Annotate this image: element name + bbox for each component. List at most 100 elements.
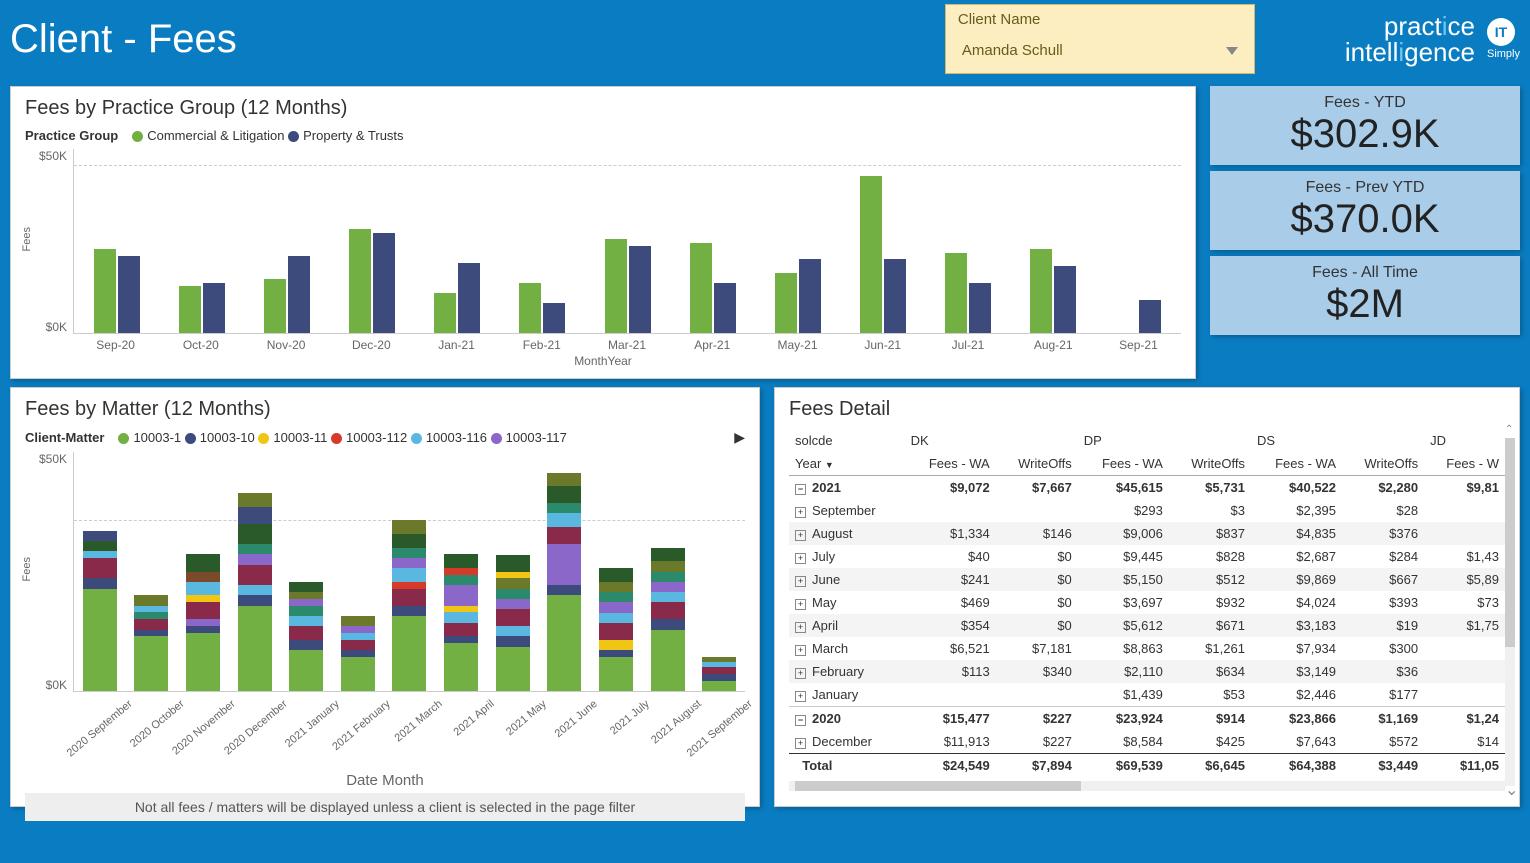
bar-segment[interactable] bbox=[651, 582, 685, 592]
bar-segment[interactable] bbox=[496, 609, 530, 626]
table-row[interactable]: +June$241$0$5,150$512$9,869$667$5,89 bbox=[789, 568, 1505, 591]
bar-segment[interactable] bbox=[547, 595, 581, 691]
bar-segment[interactable] bbox=[392, 534, 426, 548]
bar-segment[interactable] bbox=[599, 650, 633, 657]
bar-segment[interactable] bbox=[341, 626, 375, 633]
bar-segment[interactable] bbox=[341, 657, 375, 691]
bar-segment[interactable] bbox=[496, 636, 530, 646]
bar[interactable] bbox=[349, 229, 371, 333]
bar-segment[interactable] bbox=[238, 565, 272, 585]
bar-segment[interactable] bbox=[341, 616, 375, 626]
bar-segment[interactable] bbox=[547, 527, 581, 544]
bar-segment[interactable] bbox=[238, 554, 272, 564]
bar-segment[interactable] bbox=[289, 592, 323, 599]
legend-item[interactable]: Property & Trusts bbox=[288, 128, 403, 143]
stacked-bar-group[interactable] bbox=[280, 452, 332, 691]
bar-segment[interactable] bbox=[186, 602, 220, 619]
bar[interactable] bbox=[860, 176, 882, 333]
bar-segment[interactable] bbox=[83, 551, 117, 558]
bar-segment[interactable] bbox=[599, 602, 633, 612]
bar-segment[interactable] bbox=[392, 520, 426, 534]
bar-segment[interactable] bbox=[289, 616, 323, 626]
bar-segment[interactable] bbox=[651, 561, 685, 571]
bar-group[interactable] bbox=[415, 149, 500, 333]
bar-segment[interactable] bbox=[599, 592, 633, 602]
bar-group[interactable] bbox=[159, 149, 244, 333]
stacked-bar-group[interactable] bbox=[74, 452, 126, 691]
bar[interactable] bbox=[519, 283, 541, 333]
bar-segment[interactable] bbox=[547, 503, 581, 513]
bar-segment[interactable] bbox=[496, 572, 530, 579]
bar-segment[interactable] bbox=[186, 626, 220, 633]
stacked-bar-group[interactable] bbox=[487, 452, 539, 691]
stacked-bar-group[interactable] bbox=[177, 452, 229, 691]
table-row[interactable]: +August$1,334$146$9,006$837$4,835$376 bbox=[789, 522, 1505, 545]
stacked-bar-group[interactable] bbox=[538, 452, 590, 691]
legend-item[interactable]: 10003-11 bbox=[258, 430, 327, 445]
table-row[interactable]: +September$293$3$2,395$28 bbox=[789, 499, 1505, 522]
bar-segment[interactable] bbox=[444, 606, 478, 613]
bar-segment[interactable] bbox=[547, 585, 581, 595]
bar-group[interactable] bbox=[670, 149, 755, 333]
legend-next-icon[interactable]: ▶ bbox=[734, 429, 745, 446]
expand-icon[interactable]: + bbox=[795, 622, 806, 633]
bar-segment[interactable] bbox=[392, 568, 426, 582]
bar-segment[interactable] bbox=[392, 548, 426, 558]
bar-segment[interactable] bbox=[341, 650, 375, 657]
bar[interactable] bbox=[799, 259, 821, 333]
stacked-bar-group[interactable] bbox=[693, 452, 745, 691]
bar-segment[interactable] bbox=[392, 589, 426, 606]
table-row[interactable]: +July$40$0$9,445$828$2,687$284$1,43 bbox=[789, 545, 1505, 568]
bar-segment[interactable] bbox=[238, 595, 272, 605]
bar-segment[interactable] bbox=[186, 572, 220, 582]
bar-group[interactable] bbox=[926, 149, 1011, 333]
expand-icon[interactable]: + bbox=[795, 691, 806, 702]
bar-segment[interactable] bbox=[83, 558, 117, 578]
bar-segment[interactable] bbox=[444, 643, 478, 691]
bar-segment[interactable] bbox=[496, 555, 530, 572]
bar-segment[interactable] bbox=[186, 554, 220, 571]
bar-segment[interactable] bbox=[238, 606, 272, 691]
bar[interactable] bbox=[605, 239, 627, 333]
bar-segment[interactable] bbox=[392, 558, 426, 568]
bar-segment[interactable] bbox=[186, 633, 220, 691]
chart1-plot-area[interactable] bbox=[73, 149, 1181, 334]
table-row[interactable]: +January$1,439$53$2,446$177 bbox=[789, 683, 1505, 707]
legend-item[interactable]: 10003-112 bbox=[331, 430, 407, 445]
legend-item[interactable]: 10003-116 bbox=[411, 430, 487, 445]
bar-group[interactable] bbox=[74, 149, 159, 333]
stacked-bar-group[interactable] bbox=[229, 452, 281, 691]
bar-group[interactable] bbox=[500, 149, 585, 333]
bar[interactable] bbox=[690, 243, 712, 333]
bar-segment[interactable] bbox=[83, 541, 117, 551]
vertical-scrollbar[interactable]: ⌃⌄ bbox=[1505, 438, 1515, 786]
bar[interactable] bbox=[118, 256, 140, 333]
bar-segment[interactable] bbox=[341, 640, 375, 650]
bar[interactable] bbox=[458, 263, 480, 333]
legend-item[interactable]: 10003-10 bbox=[185, 430, 255, 445]
bar-segment[interactable] bbox=[496, 578, 530, 588]
bar-segment[interactable] bbox=[289, 640, 323, 650]
bar-segment[interactable] bbox=[289, 626, 323, 640]
bar-segment[interactable] bbox=[496, 626, 530, 636]
bar-segment[interactable] bbox=[547, 486, 581, 503]
bar-group[interactable] bbox=[244, 149, 329, 333]
table-row[interactable]: Total$24,549$7,894$69,539$6,645$64,388$3… bbox=[789, 754, 1505, 778]
bar-segment[interactable] bbox=[134, 612, 168, 619]
bar-segment[interactable] bbox=[341, 633, 375, 640]
expand-icon[interactable]: + bbox=[795, 530, 806, 541]
bar[interactable] bbox=[775, 273, 797, 333]
bar[interactable] bbox=[203, 283, 225, 333]
bar[interactable] bbox=[714, 283, 736, 333]
bar[interactable] bbox=[373, 233, 395, 333]
bar-group[interactable] bbox=[755, 149, 840, 333]
table-row[interactable]: +May$469$0$3,697$932$4,024$393$73 bbox=[789, 591, 1505, 614]
bar-segment[interactable] bbox=[392, 616, 426, 691]
stacked-bar-group[interactable] bbox=[435, 452, 487, 691]
legend-item[interactable]: Commercial & Litigation bbox=[132, 128, 284, 143]
bar-segment[interactable] bbox=[186, 595, 220, 602]
bar[interactable] bbox=[543, 303, 565, 333]
client-name-select[interactable]: Amanda Schull bbox=[958, 36, 1242, 65]
bar-group[interactable] bbox=[329, 149, 414, 333]
bar-group[interactable] bbox=[1011, 149, 1096, 333]
